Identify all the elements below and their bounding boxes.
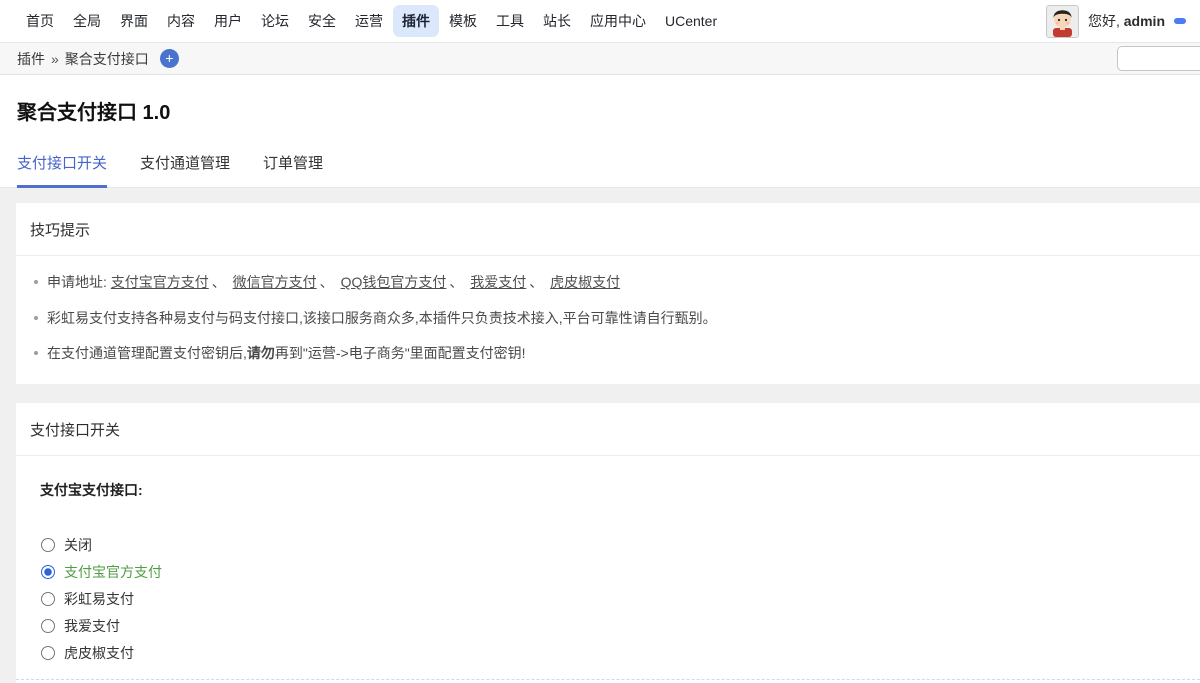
alipay-option-rainbow[interactable]: 彩虹易支付 <box>41 585 1186 612</box>
payment-switch-title: 支付接口开关 <box>16 403 1200 457</box>
nav-item-home[interactable]: 首页 <box>17 5 63 37</box>
tip-rainbow-pay-note: 彩虹易支付支持各种易支付与码支付接口,该接口服务商众多,本插件只负责技术接入,平… <box>30 301 1186 337</box>
nav-item-content[interactable]: 内容 <box>158 5 204 37</box>
breadcrumb-section-plugins[interactable]: 插件 <box>17 49 45 69</box>
link-qq-wallet-official[interactable]: QQ钱包官方支付 <box>341 274 447 290</box>
alipay-option-official-label: 支付宝官方支付 <box>64 563 162 580</box>
nav-item-security[interactable]: 安全 <box>299 5 345 37</box>
main-content: 技巧提示 申请地址: 支付宝官方支付、 微信官方支付、 QQ钱包官方支付、 我爱… <box>0 188 1200 683</box>
bullet-icon <box>34 315 38 320</box>
tips-card: 技巧提示 申请地址: 支付宝官方支付、 微信官方支付、 QQ钱包官方支付、 我爱… <box>16 203 1200 385</box>
breadcrumb-separator: » <box>51 50 59 67</box>
bullet-icon <box>34 280 38 284</box>
tab-payment-switch[interactable]: 支付接口开关 <box>17 152 108 188</box>
page-header: 聚合支付接口 1.0 支付接口开关 支付通道管理 订单管理 <box>0 75 1200 188</box>
alipay-option-hupijiao-label: 虎皮椒支付 <box>64 644 134 661</box>
tab-order-management[interactable]: 订单管理 <box>263 152 323 188</box>
tab-channel-management[interactable]: 支付通道管理 <box>140 152 230 188</box>
link-separator: 、 <box>211 274 226 290</box>
nav-item-global[interactable]: 全局 <box>64 5 110 37</box>
bullet-icon <box>34 351 38 356</box>
tip-apply-addresses: 申请地址: 支付宝官方支付、 微信官方支付、 QQ钱包官方支付、 我爱支付、 虎… <box>30 265 1186 301</box>
logout-button[interactable] <box>1174 18 1186 24</box>
alipay-option-close[interactable]: 关闭 <box>41 531 1186 558</box>
breadcrumb-current-page: 聚合支付接口 <box>64 50 149 67</box>
nav-item-plugins[interactable]: 插件 <box>393 5 439 37</box>
link-wechat-official[interactable]: 微信官方支付 <box>233 274 317 290</box>
user-avatar[interactable] <box>1045 4 1079 38</box>
tip-apply-text: 申请地址: 支付宝官方支付、 微信官方支付、 QQ钱包官方支付、 我爱支付、 虎… <box>47 272 620 294</box>
apply-prefix: 申请地址: <box>47 274 107 290</box>
search-input[interactable] <box>1117 46 1200 71</box>
alipay-option-list: 关闭 支付宝官方支付 彩虹易支付 我爱支付 虎皮椒支付 <box>41 531 1186 666</box>
radio-unchecked-icon[interactable] <box>41 537 55 552</box>
link-separator: 、 <box>529 274 544 290</box>
tip-key-text: 在支付通道管理配置支付密钥后,请勿再到"运营->电子商务"里面配置支付密钥! <box>47 343 526 365</box>
avatar-image <box>1046 5 1078 37</box>
nav-item-operation[interactable]: 运营 <box>346 5 392 37</box>
nav-item-forum[interactable]: 论坛 <box>252 5 298 37</box>
link-alipay-official[interactable]: 支付宝官方支付 <box>111 274 209 290</box>
alipay-option-woai[interactable]: 我爱支付 <box>41 612 1186 639</box>
tip-rainbow-text: 彩虹易支付支持各种易支付与码支付接口,该接口服务商众多,本插件只负责技术接入,平… <box>47 309 717 326</box>
radio-unchecked-icon[interactable] <box>41 618 55 633</box>
username: admin <box>1123 13 1165 29</box>
breadcrumb-bar: 插件 » 聚合支付接口 + <box>0 43 1200 75</box>
alipay-option-rainbow-label: 彩虹易支付 <box>64 590 134 607</box>
topnav-user-area: 您好, admin <box>1045 4 1186 38</box>
greeting-text: 您好, <box>1087 13 1120 29</box>
nav-item-app-center[interactable]: 应用中心 <box>581 5 655 37</box>
link-separator: 、 <box>449 274 464 290</box>
nav-item-tools[interactable]: 工具 <box>487 5 533 37</box>
key-note-bold: 请勿 <box>246 345 275 362</box>
radio-unchecked-icon[interactable] <box>41 645 55 660</box>
link-separator: 、 <box>319 274 334 290</box>
radio-unchecked-icon[interactable] <box>41 591 55 606</box>
key-note-post: 再到"运营->电子商务"里面配置支付密钥! <box>274 345 526 362</box>
nav-item-webmaster[interactable]: 站长 <box>534 5 580 37</box>
link-woai-pay[interactable]: 我爱支付 <box>470 274 526 290</box>
link-hupijiao-pay[interactable]: 虎皮椒支付 <box>550 274 620 290</box>
alipay-option-official[interactable]: 支付宝官方支付 <box>41 558 1186 585</box>
alipay-interface-label: 支付宝支付接口: <box>40 482 143 499</box>
payment-switch-body: 支付宝支付接口: 关闭 支付宝官方支付 彩虹易支付 我爱支付 虎皮椒支付 <box>16 456 1200 683</box>
tips-card-title: 技巧提示 <box>16 203 1200 256</box>
add-plugin-button[interactable]: + <box>159 49 179 68</box>
payment-switch-card: 支付接口开关 支付宝支付接口: 关闭 支付宝官方支付 彩虹易支付 我爱支付 虎皮… <box>16 403 1200 683</box>
nav-item-users[interactable]: 用户 <box>205 5 251 37</box>
nav-item-interface[interactable]: 界面 <box>111 5 157 37</box>
page-title: 聚合支付接口 1.0 <box>17 102 171 124</box>
tips-list: 申请地址: 支付宝官方支付、 微信官方支付、 QQ钱包官方支付、 我爱支付、 虎… <box>16 256 1200 384</box>
radio-checked-icon[interactable] <box>41 564 55 579</box>
tab-bar: 支付接口开关 支付通道管理 订单管理 <box>0 125 1200 188</box>
top-navigation: 首页 全局 界面 内容 用户 论坛 安全 运营 插件 模板 工具 站长 应用中心… <box>0 0 1200 43</box>
user-greeting: 您好, admin <box>1088 11 1165 31</box>
nav-item-ucenter[interactable]: UCenter <box>656 7 726 35</box>
alipay-option-woai-label: 我爱支付 <box>64 617 120 634</box>
key-note-pre: 在支付通道管理配置支付密钥后, <box>47 345 247 362</box>
alipay-option-close-label: 关闭 <box>64 536 92 553</box>
alipay-option-hupijiao[interactable]: 虎皮椒支付 <box>41 639 1186 666</box>
tip-secret-key-note: 在支付通道管理配置支付密钥后,请勿再到"运营->电子商务"里面配置支付密钥! <box>30 336 1186 372</box>
nav-item-templates[interactable]: 模板 <box>440 5 486 37</box>
